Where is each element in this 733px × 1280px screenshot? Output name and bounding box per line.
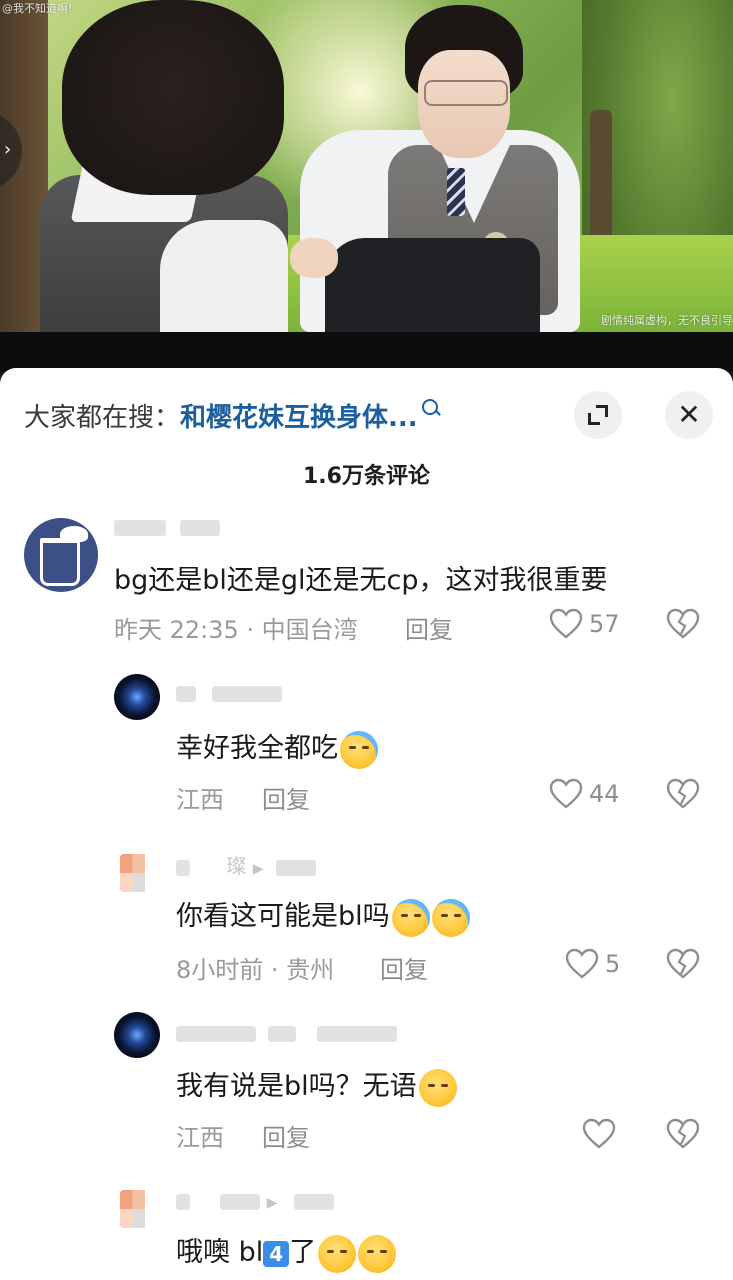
back-student-sleeve bbox=[160, 220, 288, 332]
search-icon bbox=[421, 399, 438, 415]
like-button[interactable]: 57 bbox=[549, 604, 620, 644]
search-suggestion-link[interactable]: 和樱花妹互换身体... bbox=[180, 397, 418, 434]
comment-text: bg还是bl还是gl还是无cp，这对我很重要 bbox=[114, 565, 608, 596]
blurred-text bbox=[316, 1025, 397, 1042]
dislike-broken-heart-icon[interactable] bbox=[666, 948, 700, 980]
watermark-bottom: 剧情纯属虚构，无不良引导 bbox=[601, 314, 733, 327]
username-blurred[interactable] bbox=[114, 514, 221, 538]
trash-bin-icon bbox=[40, 538, 80, 586]
laughing-crying-emoji-icon bbox=[431, 898, 470, 937]
video-bottom-band bbox=[0, 332, 733, 372]
avatar[interactable] bbox=[114, 674, 160, 720]
dislike-broken-heart-icon[interactable] bbox=[666, 1118, 700, 1150]
comment-meta: 江西 bbox=[176, 786, 224, 814]
blurred-text bbox=[293, 1193, 334, 1210]
shushing-face-emoji-icon bbox=[418, 1068, 457, 1107]
comment-meta: 昨天 22:35 · 中国台湾 bbox=[114, 616, 358, 644]
dislike-broken-heart-icon[interactable] bbox=[666, 778, 700, 810]
dislike-broken-heart-icon[interactable] bbox=[666, 608, 700, 640]
heart-icon bbox=[582, 1118, 616, 1149]
blurred-text bbox=[180, 519, 221, 536]
keycap-digit: 4 bbox=[263, 1240, 290, 1267]
blurred-text bbox=[176, 1193, 190, 1210]
comment-meta: 江西 bbox=[176, 1124, 224, 1152]
close-button[interactable]: ✕ bbox=[665, 391, 713, 439]
expand-button[interactable] bbox=[574, 391, 622, 439]
comment-meta: 8小时前 · 贵州 bbox=[176, 956, 335, 984]
cat-icon bbox=[60, 526, 88, 542]
reply-button[interactable]: 回复 bbox=[380, 950, 428, 985]
blurred-text bbox=[268, 1025, 297, 1042]
heart-icon bbox=[549, 778, 583, 809]
like-button[interactable] bbox=[582, 1114, 616, 1154]
like-count: 57 bbox=[589, 610, 620, 638]
avatar[interactable] bbox=[120, 1190, 158, 1228]
reply-button[interactable]: 回复 bbox=[262, 1118, 310, 1153]
shushing-face-emoji-icon bbox=[318, 1234, 357, 1273]
comment-count: 1.6万条评论 bbox=[303, 464, 430, 489]
shushing-face-emoji-icon bbox=[358, 1234, 397, 1273]
expand-icon bbox=[588, 405, 608, 425]
seated-student-hand bbox=[290, 238, 338, 278]
username-blurred[interactable]: ▶ bbox=[176, 1188, 334, 1212]
username-blurred[interactable]: 璨 ▶ bbox=[176, 850, 316, 879]
comment-text-content: 哦噢 bl bbox=[176, 1237, 264, 1268]
comment-sheet: 大家都在搜： 和樱花妹互换身体... ✕ 1.6万条评论 bg还是bl还是gl还… bbox=[0, 368, 733, 1280]
like-count: 5 bbox=[605, 950, 621, 978]
blurred-text bbox=[176, 685, 196, 702]
watermark-top: @我不知道啊! bbox=[2, 2, 73, 15]
like-button[interactable]: 44 bbox=[549, 774, 620, 814]
blurred-text bbox=[176, 1025, 256, 1042]
back-student-hair bbox=[62, 0, 284, 195]
avatar[interactable] bbox=[24, 518, 98, 592]
comment-text: 哦噢 bl 4 了 bbox=[176, 1230, 397, 1273]
blurred-text bbox=[176, 859, 190, 876]
reply-button[interactable]: 回复 bbox=[405, 610, 453, 645]
seated-student-pants bbox=[325, 238, 540, 332]
comment-text: 我有说是bl吗？无语 bbox=[176, 1064, 457, 1107]
play-arrow-icon: ▶ bbox=[252, 861, 264, 877]
comment-text-content: 你看这可能是bl吗 bbox=[176, 901, 390, 932]
comment-text: 你看这可能是bl吗 bbox=[176, 894, 470, 937]
username-blurred[interactable] bbox=[176, 1020, 397, 1044]
search-prefix: 大家都在搜： bbox=[24, 402, 181, 433]
laughing-crying-emoji-icon bbox=[391, 898, 430, 937]
tree-trunk bbox=[590, 110, 612, 250]
heart-icon bbox=[565, 948, 599, 979]
play-arrow-icon: ▶ bbox=[266, 1195, 278, 1211]
comment-text-content: 了 bbox=[289, 1237, 317, 1268]
like-count: 44 bbox=[589, 780, 620, 808]
blurred-text bbox=[220, 1193, 261, 1210]
heart-icon bbox=[549, 608, 583, 639]
blurred-text bbox=[275, 859, 316, 876]
like-button[interactable]: 5 bbox=[565, 944, 620, 984]
comment-text-content: 幸好我全都吃 bbox=[176, 733, 338, 764]
glasses bbox=[424, 80, 508, 106]
avatar[interactable] bbox=[120, 854, 158, 892]
striped-tie bbox=[447, 168, 465, 216]
blurred-text bbox=[114, 519, 166, 536]
reply-button[interactable]: 回复 bbox=[262, 780, 310, 815]
username-fragment: 璨 bbox=[226, 854, 247, 878]
crying-face-emoji-icon bbox=[340, 730, 378, 769]
comment-text-content: 我有说是bl吗？无语 bbox=[176, 1071, 417, 1102]
video-player[interactable]: @我不知道啊! 剧情纯属虚构，无不良引导 › bbox=[0, 0, 733, 332]
username-blurred[interactable] bbox=[176, 680, 283, 704]
blurred-text bbox=[212, 685, 283, 702]
trending-search[interactable]: 大家都在搜： 和樱花妹互换身体... bbox=[24, 395, 438, 435]
chevron-right-icon: › bbox=[4, 139, 12, 160]
close-icon: ✕ bbox=[677, 398, 701, 431]
avatar[interactable] bbox=[114, 1012, 160, 1058]
comment-text: 幸好我全都吃 bbox=[176, 726, 378, 769]
